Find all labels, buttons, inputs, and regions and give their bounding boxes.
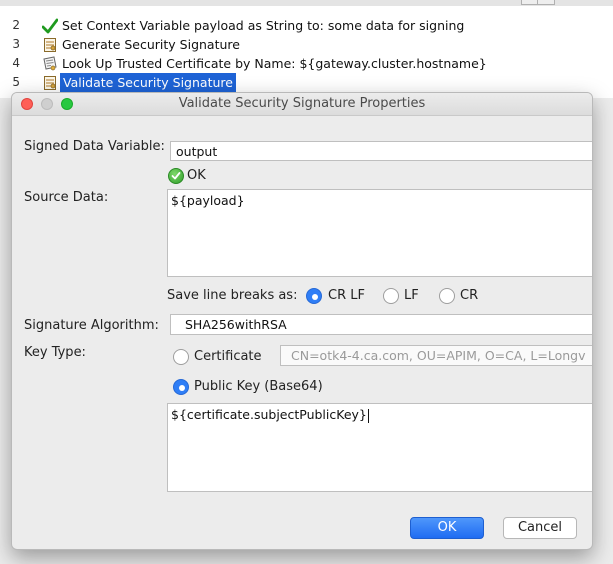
source-data-label: Source Data: <box>24 190 109 205</box>
signature-algorithm-select[interactable] <box>170 314 592 335</box>
policy-line[interactable]: 3 Generate Security Signature <box>0 35 613 54</box>
checkmark-icon <box>171 172 181 180</box>
line-breaks-label: Save line breaks as: <box>167 288 298 303</box>
policy-line-text: Look Up Trusted Certificate by Name: ${g… <box>62 56 487 71</box>
top-strip-handle <box>537 0 555 5</box>
lf-radio[interactable] <box>383 288 399 304</box>
line-number: 2 <box>12 18 20 32</box>
public-key-radio[interactable] <box>173 379 189 395</box>
certificate-input[interactable] <box>280 345 592 366</box>
policy-line-text: Set Context Variable payload as String t… <box>62 18 465 33</box>
document-key-icon <box>44 38 56 52</box>
dialog-titlebar[interactable]: Validate Security Signature Properties <box>12 93 592 116</box>
ok-button[interactable]: OK <box>410 517 484 539</box>
cr-radio-label: CR <box>460 288 479 303</box>
policy-editor: 2 Set Context Variable payload as String… <box>0 6 613 98</box>
policy-line[interactable]: 2 Set Context Variable payload as String… <box>0 16 613 35</box>
signed-data-input[interactable] <box>170 141 592 161</box>
public-key-radio-label: Public Key (Base64) <box>194 379 323 394</box>
checkmark-icon <box>42 18 58 34</box>
policy-line-selected[interactable]: 5 Validate Security Signature <box>0 73 613 92</box>
policy-line[interactable]: 4 Look Up Trusted Certificate by Name: $… <box>0 54 613 73</box>
line-number: 5 <box>12 75 20 89</box>
text-caret <box>367 408 369 423</box>
crlf-radio-label: CR LF <box>328 288 365 303</box>
signed-data-label: Signed Data Variable: <box>24 139 165 154</box>
signature-algorithm-label: Signature Algorithm: <box>24 318 159 333</box>
cancel-button[interactable]: Cancel <box>503 517 577 539</box>
line-number: 3 <box>12 37 20 51</box>
dialog-title: Validate Security Signature Properties <box>178 96 426 111</box>
crlf-radio[interactable] <box>306 288 322 304</box>
certificate-icon <box>43 56 57 71</box>
validation-status: OK <box>187 168 206 183</box>
document-key-icon <box>44 76 56 90</box>
policy-line-text: Generate Security Signature <box>62 37 240 52</box>
cr-radio[interactable] <box>439 288 455 304</box>
certificate-radio-label: Certificate <box>194 349 262 364</box>
certificate-radio[interactable] <box>173 349 189 365</box>
line-number: 4 <box>12 56 20 70</box>
public-key-textarea[interactable]: ${certificate.subjectPublicKey} <box>167 403 592 492</box>
source-data-textarea[interactable]: ${payload} <box>167 189 592 277</box>
lf-radio-label: LF <box>404 288 419 303</box>
key-type-label: Key Type: <box>24 345 86 360</box>
policy-line-text: Validate Security Signature <box>60 73 236 92</box>
properties-dialog: Validate Security Signature Properties S… <box>11 92 593 550</box>
public-key-text: ${certificate.subjectPublicKey} <box>171 407 367 422</box>
